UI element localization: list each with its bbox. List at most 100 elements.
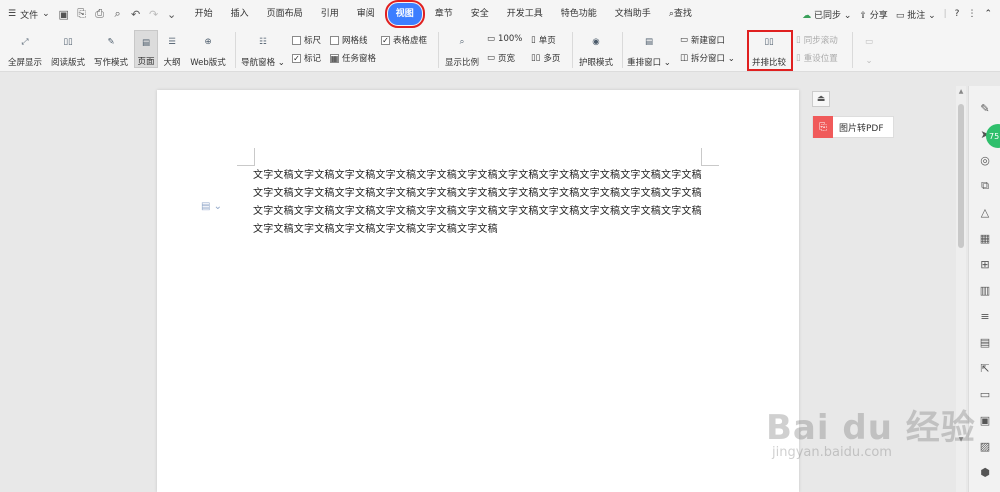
table-gridlines-checkbox[interactable]: ✓ 表格虚框: [381, 34, 427, 46]
tab-section[interactable]: 章节: [426, 3, 462, 25]
box-icon[interactable]: ▣: [977, 412, 993, 428]
page-layout-button[interactable]: ▤ 页面: [134, 30, 158, 68]
multi-page-button[interactable]: ▯▯ 多页: [531, 52, 560, 64]
save-icon[interactable]: ▣: [56, 6, 72, 22]
file-menu[interactable]: ☰ 文件 ⌄: [0, 0, 50, 28]
customize-icon[interactable]: ⌄: [164, 6, 180, 22]
gridlines-label: 网格线: [342, 36, 368, 46]
eye-mode-button[interactable]: ◉ 护眼模式: [576, 32, 616, 68]
sync-scroll-icon: ▯: [796, 35, 801, 45]
export-icon[interactable]: ⎘: [74, 6, 90, 22]
tab-developer[interactable]: 开发工具: [498, 3, 552, 25]
export-icon[interactable]: ⇱: [977, 360, 993, 376]
zoom-100-button[interactable]: ▭ 100%: [487, 34, 522, 44]
shield-icon[interactable]: ⬢: [977, 464, 993, 480]
document-page[interactable]: ▤ ⌄ 文字文稿文字文稿文字文稿文字文稿文字文稿文字文稿文字文稿文字文稿文字文稿…: [157, 90, 799, 492]
rearrange-text: 重排窗口: [627, 58, 662, 68]
page-width-button[interactable]: ▭ 页宽: [487, 52, 515, 64]
tab-view[interactable]: 视图: [384, 0, 425, 28]
tab-features[interactable]: 特色功能: [552, 3, 606, 25]
scroll-up-icon[interactable]: ▲: [956, 88, 966, 95]
collapse-ribbon-icon[interactable]: ⌃: [984, 9, 992, 19]
reading-layout-button[interactable]: ▯▯ 阅读版式: [48, 32, 88, 68]
outline-button[interactable]: ☰ 大纲: [160, 32, 184, 68]
outline-icon: ☰: [168, 37, 176, 47]
print-icon[interactable]: ⎙: [92, 6, 108, 22]
sync-label: 已同步: [813, 10, 841, 21]
outline-label: 大纲: [163, 58, 181, 68]
document-body-text[interactable]: 文字文稿文字文稿文字文稿文字文稿文字文稿文字文稿文字文稿文字文稿文字文稿文字文稿…: [253, 167, 703, 239]
tab-doc-assistant[interactable]: 文档助手: [606, 3, 660, 25]
rearrange-window-button[interactable]: ▤ 重排窗口 ⌄: [626, 32, 672, 68]
more-icon[interactable]: ⋮: [967, 9, 976, 19]
new-window-icon: ▭: [680, 35, 689, 45]
apps-icon[interactable]: ⊞: [977, 256, 993, 272]
table-icon[interactable]: ▦: [977, 230, 993, 246]
new-window-label: 新建窗口: [691, 36, 726, 46]
shape-icon[interactable]: △: [977, 204, 993, 220]
redo-icon[interactable]: ↷: [146, 6, 162, 22]
share-button[interactable]: ⇪ 分享: [859, 8, 887, 21]
comment-button[interactable]: ▭ 批注 ⌄: [896, 8, 936, 21]
help-icon[interactable]: ?: [955, 9, 960, 19]
copy-icon[interactable]: ⧉: [977, 178, 993, 194]
menu-bar: ☰ 文件 ⌄ ▣ ⎘ ⎙ ⌕ ↶ ↷ ⌄ 开始 插入 页面布局 引用 审阅 视图…: [0, 0, 1000, 28]
tab-insert[interactable]: 插入: [222, 3, 258, 25]
sync-scroll-button[interactable]: ▯ 同步滚动: [796, 34, 838, 46]
single-page-button[interactable]: ▯ 单页: [531, 34, 556, 46]
hamburger-icon: ☰: [8, 9, 17, 19]
macro-button[interactable]: ▭ ⌄: [858, 32, 880, 66]
tab-review[interactable]: 审阅: [348, 3, 384, 25]
share-icon: ⇪: [859, 10, 867, 21]
print-preview-icon[interactable]: ⌕: [110, 6, 126, 22]
stamp-icon[interactable]: ▭: [977, 386, 993, 402]
chart-icon[interactable]: ▥: [977, 282, 993, 298]
collapse-panel-button[interactable]: ⏏: [812, 91, 830, 107]
pdf-icon: ⎘: [813, 116, 833, 138]
zoom-button[interactable]: ⌕ 显示比例: [442, 32, 482, 68]
location-icon[interactable]: ◎: [977, 152, 993, 168]
task-pane-button[interactable]: ▦ 任务窗格: [330, 52, 376, 64]
zoom-icon: ⌕: [459, 37, 465, 47]
image-to-pdf-button[interactable]: ⎘ 图片转PDF: [812, 116, 894, 138]
reset-position-button[interactable]: ▯ 重设位置: [796, 52, 838, 64]
watermark-logo: Bai du 经验 jingyan.baidu.com: [766, 400, 976, 460]
web-layout-button[interactable]: ⊕ Web版式: [188, 32, 228, 68]
search-button[interactable]: ⌕查找: [660, 3, 701, 25]
paragraph-icon[interactable]: ▤ ⌄: [201, 201, 222, 212]
tab-page-layout[interactable]: 页面布局: [258, 3, 312, 25]
margin-corner-mark: [701, 148, 719, 166]
nav-pane-label: 导航窗格 ⌄: [241, 58, 285, 68]
marks-checkbox[interactable]: ✓ 标记: [292, 52, 321, 64]
fullscreen-label: 全屏显示: [7, 58, 42, 68]
file-menu-label: 文件: [20, 10, 39, 21]
undo-icon[interactable]: ↶: [128, 6, 144, 22]
tab-security[interactable]: 安全: [462, 3, 498, 25]
tab-references[interactable]: 引用: [312, 3, 348, 25]
book-icon: ▯▯: [63, 37, 73, 47]
pen-icon[interactable]: ✎: [977, 100, 993, 116]
fullscreen-button[interactable]: ⤢ 全屏显示: [6, 32, 44, 68]
single-page-label: 单页: [538, 36, 556, 46]
sync-button[interactable]: ☁ 已同步 ⌄: [802, 8, 851, 21]
document-icon[interactable]: ▤: [977, 334, 993, 350]
nav-pane-button[interactable]: ☷ 导航窗格 ⌄: [240, 32, 286, 68]
divider: |: [943, 9, 947, 19]
comment-label: 批注: [907, 10, 926, 21]
ruler-checkbox[interactable]: 标尺: [292, 34, 321, 46]
split-window-button[interactable]: ◫ 拆分窗口 ⌄: [680, 52, 735, 64]
scrollbar-thumb[interactable]: [958, 104, 964, 248]
eye-icon: ◉: [592, 37, 600, 47]
chevron-down-icon: ⌄: [42, 9, 50, 19]
new-window-button[interactable]: ▭ 新建窗口: [680, 34, 725, 46]
image-icon[interactable]: ▨: [977, 438, 993, 454]
reading-layout-label: 阅读版式: [50, 58, 85, 68]
divider: [438, 32, 439, 68]
gridlines-checkbox[interactable]: 网格线: [330, 34, 368, 46]
sliders-icon[interactable]: ≡: [977, 308, 993, 324]
tab-home[interactable]: 开始: [186, 3, 222, 25]
split-window-icon: ◫: [680, 53, 689, 63]
writing-mode-button[interactable]: ✎ 写作模式: [92, 32, 130, 68]
multi-page-icon: ▯▯: [531, 53, 541, 63]
reset-position-icon: ▯: [796, 53, 801, 63]
